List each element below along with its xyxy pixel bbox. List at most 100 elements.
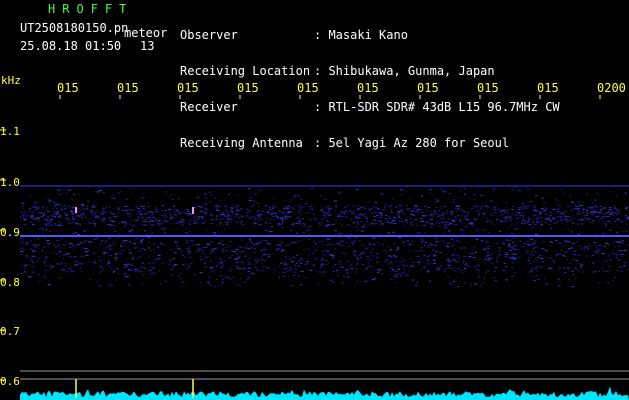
noise-speck [351, 213, 355, 215]
noise-speck [557, 269, 559, 271]
noise-speck [128, 223, 131, 225]
noise-speck [308, 248, 310, 250]
noise-speck [546, 209, 548, 211]
noise-speck [167, 209, 171, 210]
noise-speck [426, 221, 429, 223]
noise-speck [114, 230, 117, 232]
noise-speck [49, 219, 53, 221]
noise-speck [68, 228, 70, 230]
noise-speck [45, 252, 47, 254]
noise-speck [540, 258, 544, 259]
noise-speck [478, 276, 480, 277]
noise-speck [457, 206, 460, 208]
noise-speck [513, 248, 516, 250]
noise-speck [181, 254, 184, 256]
noise-speck [331, 224, 334, 225]
noise-speck [518, 207, 521, 208]
noise-speck [394, 273, 396, 275]
noise-speck [370, 259, 372, 261]
noise-speck [287, 275, 290, 277]
noise-speck [58, 251, 62, 253]
noise-speck [608, 255, 610, 257]
noise-speck [560, 217, 562, 219]
noise-speck [370, 208, 373, 209]
noise-speck [221, 279, 224, 281]
noise-speck [566, 206, 570, 208]
noise-speck [527, 221, 529, 223]
noise-speck [49, 210, 51, 212]
noise-speck [124, 266, 126, 268]
noise-speck [148, 263, 150, 265]
noise-speck [417, 232, 420, 234]
noise-speck [564, 251, 568, 253]
noise-speck [474, 283, 478, 285]
noise-speck [203, 212, 207, 214]
noise-speck [608, 209, 612, 211]
noise-speck [536, 221, 538, 223]
noise-speck [548, 223, 551, 225]
noise-speck [302, 218, 305, 219]
noise-speck [463, 217, 465, 219]
noise-speck [448, 282, 452, 284]
noise-speck [307, 230, 309, 231]
noise-speck [441, 190, 445, 192]
noise-speck [392, 223, 394, 225]
noise-speck [521, 222, 523, 224]
noise-speck [169, 211, 172, 213]
noise-speck [254, 219, 257, 220]
noise-speck [346, 205, 349, 207]
noise-speck [583, 246, 587, 247]
noise-speck [335, 205, 337, 207]
noise-speck [38, 280, 41, 282]
noise-speck [23, 271, 26, 273]
noise-speck [22, 218, 25, 220]
noise-speck [88, 249, 90, 251]
noise-speck [26, 243, 28, 245]
noise-speck [125, 223, 128, 225]
noise-speck [570, 231, 573, 233]
noise-speck [159, 242, 162, 244]
noise-speck [532, 248, 535, 250]
noise-speck [530, 268, 533, 270]
noise-speck [614, 246, 616, 248]
noise-speck [584, 217, 586, 219]
noise-speck [573, 217, 575, 218]
noise-speck [534, 210, 538, 212]
noise-speck [326, 250, 330, 252]
noise-speck [169, 259, 172, 261]
noise-speck [215, 206, 217, 207]
noise-speck [63, 208, 67, 210]
noise-speck [543, 209, 547, 211]
noise-speck [56, 208, 58, 210]
noise-speck [98, 256, 100, 258]
noise-speck [609, 259, 612, 261]
noise-speck [328, 214, 332, 216]
noise-speck [90, 211, 93, 213]
noise-speck [341, 263, 343, 265]
noise-speck [209, 252, 212, 254]
noise-speck [135, 219, 137, 221]
noise-speck [540, 223, 543, 225]
noise-speck [429, 189, 432, 191]
noise-speck [492, 188, 496, 190]
noise-speck [314, 219, 317, 221]
noise-speck [327, 215, 330, 217]
noise-speck [140, 242, 142, 244]
noise-speck [85, 223, 86, 225]
noise-speck [356, 208, 360, 210]
noise-speck [163, 215, 167, 217]
noise-speck [326, 221, 330, 223]
noise-speck [275, 249, 278, 251]
noise-speck [112, 213, 115, 215]
noise-speck [440, 188, 443, 190]
noise-speck [41, 231, 44, 233]
noise-speck [335, 270, 338, 272]
noise-speck [70, 210, 73, 212]
noise-speck [163, 213, 166, 215]
noise-speck [298, 240, 301, 242]
noise-speck [391, 270, 395, 272]
noise-speck [611, 214, 614, 216]
noise-speck [65, 265, 67, 267]
noise-speck [489, 214, 493, 216]
noise-speck [346, 260, 349, 262]
